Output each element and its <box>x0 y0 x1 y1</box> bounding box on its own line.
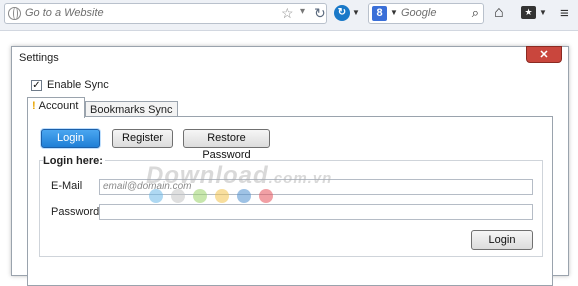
menu-icon[interactable]: ≡ <box>560 5 569 22</box>
warning-icon: ! <box>32 100 36 112</box>
watermark-dot <box>215 189 229 203</box>
chevron-down-icon[interactable]: ▼ <box>539 8 547 17</box>
login-group-label: Login here: <box>43 155 105 167</box>
url-placeholder: Go to a Website <box>25 7 104 19</box>
register-button[interactable]: Register <box>112 129 173 148</box>
password-label: Password <box>51 206 100 218</box>
login-submit-button[interactable]: Login <box>471 230 533 250</box>
search-bar[interactable]: 8 ▼ Google ⌕ <box>368 3 484 24</box>
bookmarks-menu-icon[interactable]: ★ <box>521 6 536 19</box>
url-bar[interactable]: Go to a Website ☆ ▾ ↻ <box>4 3 327 24</box>
watermark-dot <box>193 189 207 203</box>
url-history-dropdown-icon[interactable]: ▾ <box>300 6 305 17</box>
browser-toolbar: Go to a Website ☆ ▾ ↻ ↻ ▼ 8 ▼ Google ⌕ ⌂… <box>0 0 578 31</box>
sync-extension-icon[interactable]: ↻ <box>334 5 350 21</box>
watermark-text: Download <box>146 162 269 189</box>
home-icon[interactable]: ⌂ <box>494 4 504 22</box>
watermark-dot <box>259 189 273 203</box>
login-mode-button[interactable]: Login <box>41 129 100 148</box>
close-button[interactable]: ✕ <box>526 46 562 63</box>
watermark-dot <box>171 189 185 203</box>
chevron-down-icon[interactable]: ▼ <box>390 8 398 17</box>
password-field[interactable] <box>99 204 533 220</box>
email-label: E-Mail <box>51 180 83 192</box>
tab-label: Account <box>38 100 79 112</box>
enable-sync-label: Enable Sync <box>47 79 109 91</box>
restore-password-button[interactable]: Restore Password <box>183 129 270 161</box>
search-icon[interactable]: ⌕ <box>472 5 479 21</box>
bookmark-star-icon[interactable]: ☆ <box>281 5 294 22</box>
watermark-dot <box>237 189 251 203</box>
watermark: Download.com.vn <box>146 162 332 190</box>
chevron-down-icon[interactable]: ▼ <box>352 8 360 17</box>
dialog-title: Settings <box>19 52 59 64</box>
globe-icon <box>8 7 21 20</box>
tab-account[interactable]: ! Account <box>27 97 85 118</box>
settings-dialog: Settings ✕ ✓ Enable Sync ! Account Bookma… <box>11 46 569 286</box>
tab-label: Bookmarks Sync <box>90 104 173 116</box>
watermark-dot <box>149 189 163 203</box>
account-panel: Login Register Restore Password E-Mail e… <box>27 116 553 286</box>
watermark-suffix: .com.vn <box>268 170 333 187</box>
search-placeholder: Google <box>401 7 437 19</box>
reload-icon[interactable]: ↻ <box>314 5 326 22</box>
enable-sync-checkbox[interactable]: ✓ <box>31 80 42 91</box>
search-engine-icon[interactable]: 8 <box>372 6 387 21</box>
